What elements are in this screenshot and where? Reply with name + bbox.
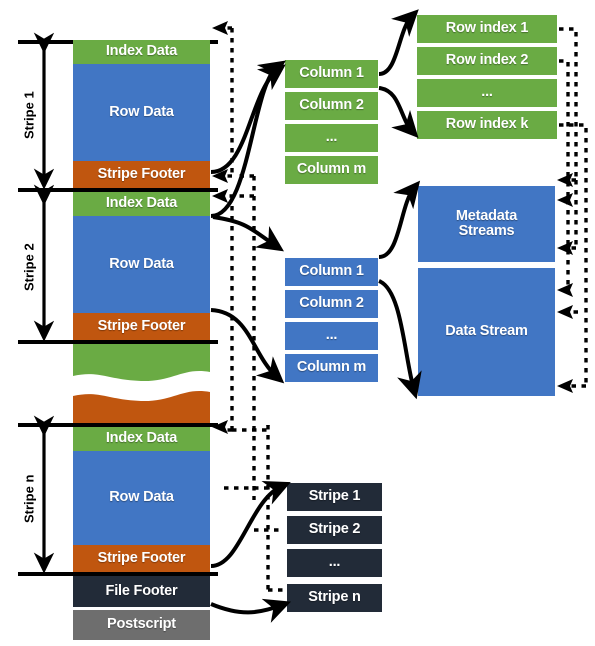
footer-stripe-ellipsis: ... <box>287 549 382 577</box>
torn-green-region <box>73 344 210 384</box>
metadata-streams-block: Metadata Streams <box>418 186 555 262</box>
index-column-1: Column 1 <box>285 60 378 88</box>
index-column-m: Column m <box>285 156 378 184</box>
dotted-rowindex2-bus <box>559 59 570 200</box>
stripen-row-data: Row Data <box>73 451 210 545</box>
index-column-2: Column 2 <box>285 92 378 120</box>
dotted-arrowhead-meta3 <box>557 241 573 255</box>
dotted-bus-to-datastream-1 <box>563 200 570 292</box>
dotted-arrowhead-stripe1-bot <box>212 169 228 183</box>
metadata-streams-line2: Streams <box>458 223 515 239</box>
dotted-arrowhead-meta1 <box>557 173 573 187</box>
postscript-block: Postscript <box>73 610 210 640</box>
arrow-datacolumn1-to-datastream <box>377 279 422 400</box>
stripe2-index-data: Index Data <box>73 192 210 216</box>
arrow-stripe2-rowdata-to-datacolumns <box>210 308 285 384</box>
arrow-column1-to-rowindex1 <box>378 9 419 76</box>
row-index-ellipsis: ... <box>417 79 557 107</box>
stripe1-row-data: Row Data <box>73 64 210 161</box>
stripe1-index-data: Index Data <box>73 40 210 64</box>
dotted-arrowhead-data1 <box>557 283 573 297</box>
stripen-index-data: Index Data <box>73 427 210 451</box>
arrow-stripefooter-to-footerstripelist <box>210 481 291 568</box>
arrow-stripe2-index-to-columns <box>210 60 286 218</box>
file-footer-block: File Footer <box>73 576 210 607</box>
stripe1-label: Stripe 1 <box>21 91 37 139</box>
stripe2-row-data: Row Data <box>73 216 210 313</box>
dotted-arrowhead-stripe1-top <box>212 21 228 35</box>
stripe2-stripe-footer: Stripe Footer <box>73 313 210 340</box>
row-index-k: Row index k <box>417 111 557 139</box>
dotted-arrowhead-data2 <box>557 305 573 319</box>
arrow-stripe2-index-branch <box>212 215 284 252</box>
data-column-2: Column 2 <box>285 290 378 318</box>
dotted-stripen-bus-join <box>232 425 270 432</box>
footer-stripe-n: Stripe n <box>287 584 382 612</box>
dotted-arrowhead-data3 <box>557 379 573 393</box>
row-index-2: Row index 2 <box>417 47 557 75</box>
stripen-stripe-footer: Stripe Footer <box>73 545 210 572</box>
orc-format-diagram: Index Data Row Data Stripe Footer Stripe… <box>0 0 595 646</box>
data-stream-block: Data Stream <box>418 268 555 396</box>
stripe2-label: Stripe 2 <box>21 243 37 291</box>
data-column-1: Column 1 <box>285 258 378 286</box>
metadata-streams-line1: Metadata <box>455 207 518 224</box>
torn-orange-region <box>73 382 210 426</box>
data-column-m: Column m <box>285 354 378 382</box>
data-column-ellipsis: ... <box>285 322 378 350</box>
arrow-datacolumn1-to-metadata <box>378 180 421 259</box>
row-index-1: Row index 1 <box>417 15 557 43</box>
arrow-stripe1-index-to-columns <box>210 64 286 174</box>
stripe1-stripe-footer: Stripe Footer <box>73 161 210 188</box>
dotted-rowindex1-bus <box>559 27 578 180</box>
stripen-label: Stripe n <box>21 474 37 524</box>
dotted-rowindexk-bus <box>559 123 588 386</box>
arrow-column1-to-rowindexk <box>378 86 419 139</box>
footer-stripe-2: Stripe 2 <box>287 516 382 544</box>
footer-stripe-1: Stripe 1 <box>287 483 382 511</box>
index-column-ellipsis: ... <box>285 124 378 152</box>
arrow-filefooter-to-stripen <box>210 598 291 623</box>
dotted-arrowhead-meta2 <box>557 193 573 207</box>
